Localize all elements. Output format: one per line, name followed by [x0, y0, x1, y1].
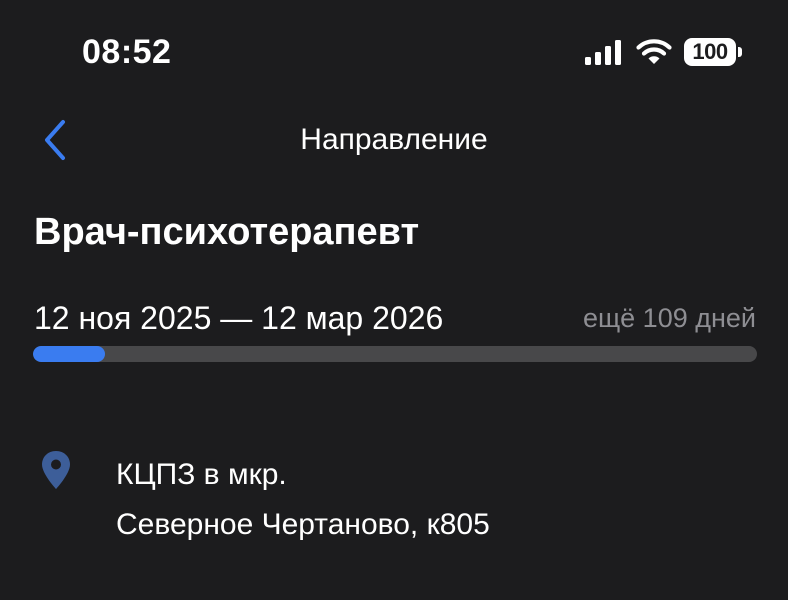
- period-dates: 12 ноя 2025 — 12 мар 2026: [34, 300, 444, 336]
- nav-title: Направление: [300, 123, 488, 156]
- progress-bar: [33, 346, 757, 362]
- location-line-2: Северное Чертаново, к805: [116, 508, 490, 541]
- progress-fill: [33, 346, 106, 362]
- wifi-icon: [636, 39, 672, 64]
- battery-level: 100: [692, 39, 728, 64]
- status-time: 08:52: [82, 33, 172, 71]
- period-row: 12 ноя 2025 — 12 мар 2026 ещё 109 дней: [34, 296, 756, 340]
- nav-bar: Направление: [0, 100, 788, 180]
- location-address: КЦПЗ в мкр. Северное Чертаново, к805: [116, 450, 490, 550]
- location-line-1: КЦПЗ в мкр.: [116, 458, 287, 491]
- screen: 08:52 100 Направление Врач-психотерапевт…: [0, 0, 788, 600]
- battery-icon: 100: [684, 38, 742, 66]
- status-icons: 100: [584, 36, 742, 68]
- page-title: Врач-психотерапевт: [34, 211, 420, 253]
- map-pin-icon: [34, 448, 78, 492]
- period-remaining: ещё 109 дней: [582, 303, 756, 333]
- status-bar: 08:52 100: [0, 0, 788, 100]
- signal-icon: [585, 40, 621, 65]
